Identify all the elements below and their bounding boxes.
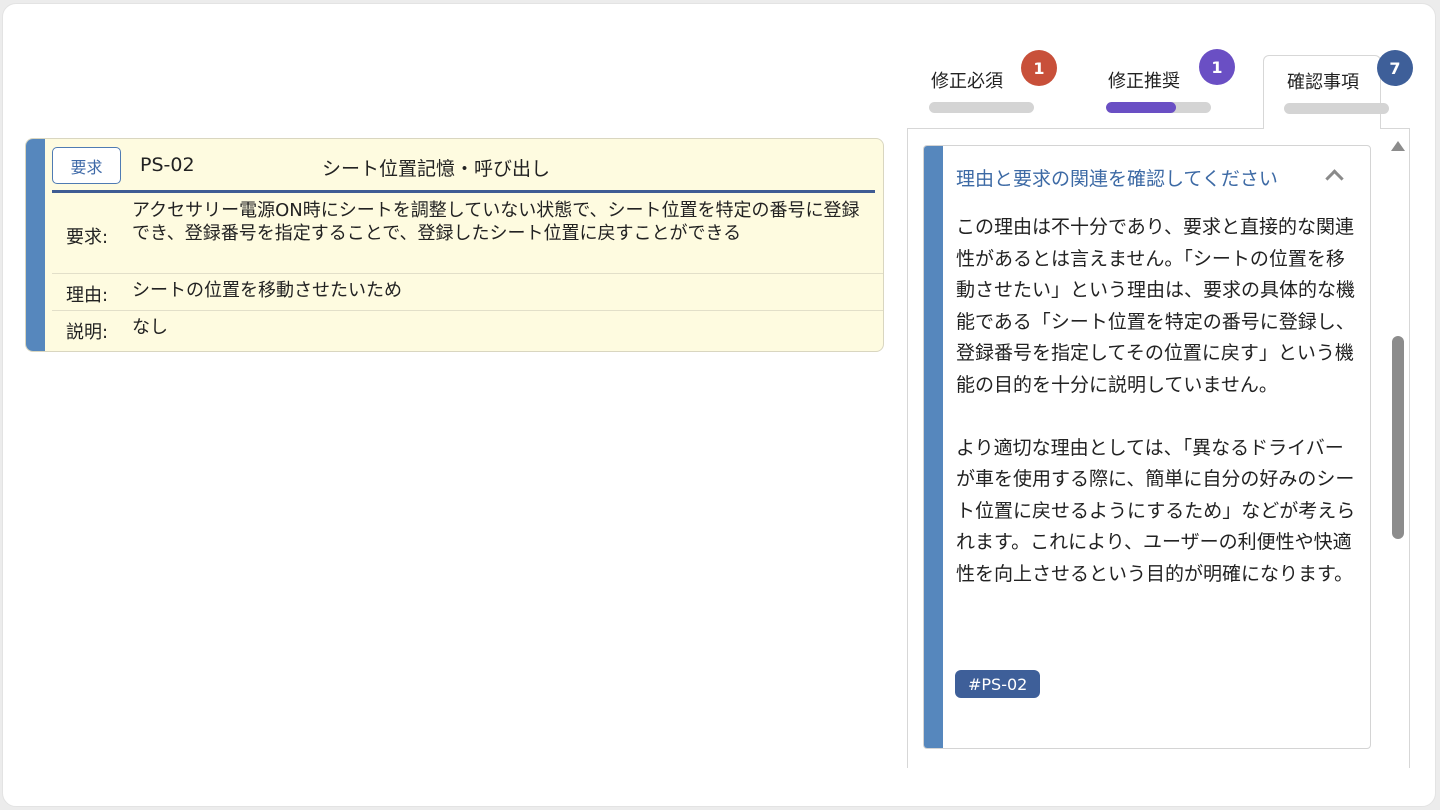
- tab-progress-bar: [1284, 103, 1389, 114]
- feedback-body: この理由は不十分であり、要求と直接的な関連性があるとは言えません。「シートの位置…: [956, 212, 1356, 590]
- row-value: シートの位置を移動させたいため: [132, 280, 402, 301]
- feedback-paragraph: より適切な理由としては、「異なるドライバーが車を使用する際に、簡単に自分の好みの…: [956, 436, 1356, 585]
- row-value: アクセサリー電源ON時にシートを調整していない状態で、シート位置を特定の番号に登…: [132, 200, 860, 244]
- tab-progress-bar: [1106, 102, 1211, 113]
- chevron-up-icon[interactable]: [1325, 169, 1344, 188]
- confirmation-panel: 理由と要求の関連を確認してください この理由は不十分であり、要求と直接的な関連性…: [907, 128, 1410, 768]
- requirement-row-description: 説明: なし: [52, 311, 883, 347]
- feedback-card: 理由と要求の関連を確認してください この理由は不十分であり、要求と直接的な関連性…: [923, 145, 1371, 749]
- tab-must-fix[interactable]: 修正必須: [908, 55, 1034, 129]
- requirement-row-reason: 理由: シートの位置を移動させたいため: [52, 274, 883, 311]
- tab-count-badge: 7: [1377, 50, 1413, 86]
- scrollbar-thumb[interactable]: [1392, 336, 1404, 539]
- card-accent-stripe: [924, 146, 943, 748]
- tab-recommended-fix[interactable]: 修正推奨: [1085, 55, 1211, 129]
- requirement-header: 要求 PS-02 シート位置記憶・呼び出し: [52, 147, 875, 193]
- tab-confirmation-items[interactable]: 確認事項: [1263, 55, 1389, 129]
- tab-label: 修正必須: [931, 71, 1003, 92]
- row-value: なし: [132, 317, 168, 338]
- requirement-rows: 要求: アクセサリー電源ON時にシートを調整していない状態で、シート位置を特定の…: [52, 195, 883, 347]
- tab-count-badge: 1: [1021, 50, 1057, 86]
- feedback-paragraph: この理由は不十分であり、要求と直接的な関連性があるとは言えません。「シートの位置…: [956, 216, 1356, 396]
- requirement-tag-button[interactable]: 要求: [52, 147, 121, 184]
- requirement-title: シート位置記憶・呼び出し: [322, 158, 551, 180]
- tab-label: 確認事項: [1287, 72, 1359, 93]
- requirement-id: PS-02: [140, 154, 195, 176]
- tab-progress-fill: [1106, 102, 1177, 113]
- requirement-row-requirement: 要求: アクセサリー電源ON時にシートを調整していない状態で、シート位置を特定の…: [52, 195, 883, 274]
- requirement-reference-tag[interactable]: #PS-02: [955, 670, 1041, 698]
- tab-label: 修正推奨: [1108, 71, 1180, 92]
- row-label: 理由:: [66, 285, 109, 306]
- tab-count-badge: 1: [1199, 49, 1235, 85]
- row-label: 要求:: [66, 227, 109, 248]
- requirement-card: 要求 PS-02 シート位置記憶・呼び出し 要求: アクセサリー電源ON時にシー…: [25, 138, 884, 352]
- tab-progress-bar: [929, 102, 1034, 113]
- row-label: 説明:: [66, 322, 109, 343]
- arrow-up-icon[interactable]: [1391, 141, 1405, 151]
- feedback-heading[interactable]: 理由と要求の関連を確認してください: [956, 164, 1278, 191]
- card-accent-stripe: [26, 139, 45, 351]
